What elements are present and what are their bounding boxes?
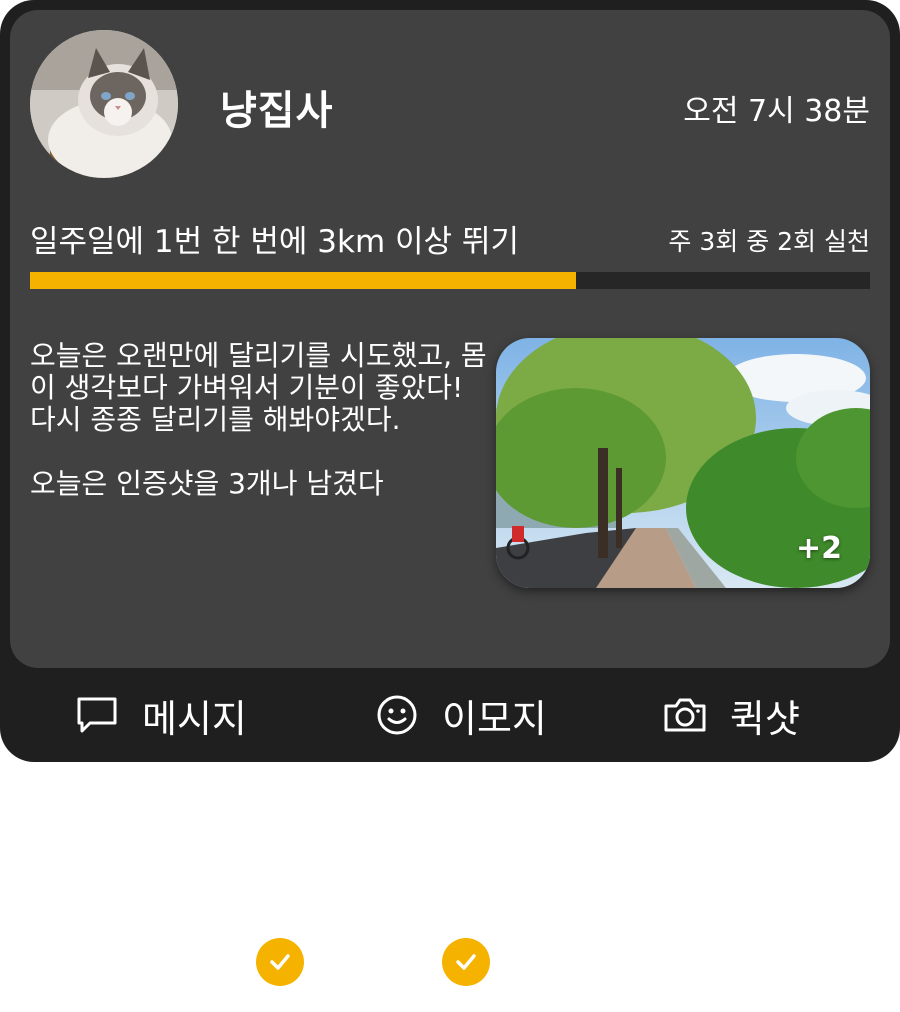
checkmark-icon [456, 954, 476, 970]
goal-progress-fill [30, 272, 576, 289]
post-actions-bar: 메시지 이모지 퀵샷 [0, 668, 900, 762]
checkmark-icon [270, 954, 290, 970]
goal-title: 일주일에 1번 한 번에 3km 이상 뛰기 [30, 224, 519, 260]
emoji-button[interactable]: 이모지 [374, 668, 547, 762]
cat-avatar-icon [30, 30, 178, 178]
photo-extra-count: +2 [795, 531, 842, 566]
post-photo[interactable]: +2 [496, 338, 870, 588]
post-body-text: 오늘은 오랜만에 달리기를 시도했고, 몸이 생각보다 가벼워서 기분이 좋았다… [30, 339, 487, 500]
post-content-panel: 냥집사 오전 7시 38분 일주일에 1번 한 번에 3km 이상 뛰기 주 3… [10, 10, 890, 668]
message-button-label: 메시지 [142, 696, 247, 741]
camera-icon [662, 692, 708, 738]
quickshot-button[interactable]: 퀵샷 [662, 668, 800, 762]
username[interactable]: 냥집사 [220, 78, 333, 136]
goal-progress-bar [30, 272, 870, 289]
message-button[interactable]: 메시지 [74, 668, 247, 762]
check-badge-1 [256, 938, 304, 986]
quickshot-button-label: 퀵샷 [730, 696, 800, 741]
emoji-button-label: 이모지 [442, 696, 547, 741]
post-card: 냥집사 오전 7시 38분 일주일에 1번 한 번에 3km 이상 뛰기 주 3… [0, 0, 900, 762]
check-badge-2 [442, 938, 490, 986]
post-timestamp: 오전 7시 38분 [683, 94, 870, 129]
chat-bubble-icon [74, 692, 120, 738]
avatar[interactable] [30, 30, 178, 178]
goal-progress-text: 주 3회 중 2회 실천 [668, 227, 870, 256]
smiley-icon [374, 692, 420, 738]
